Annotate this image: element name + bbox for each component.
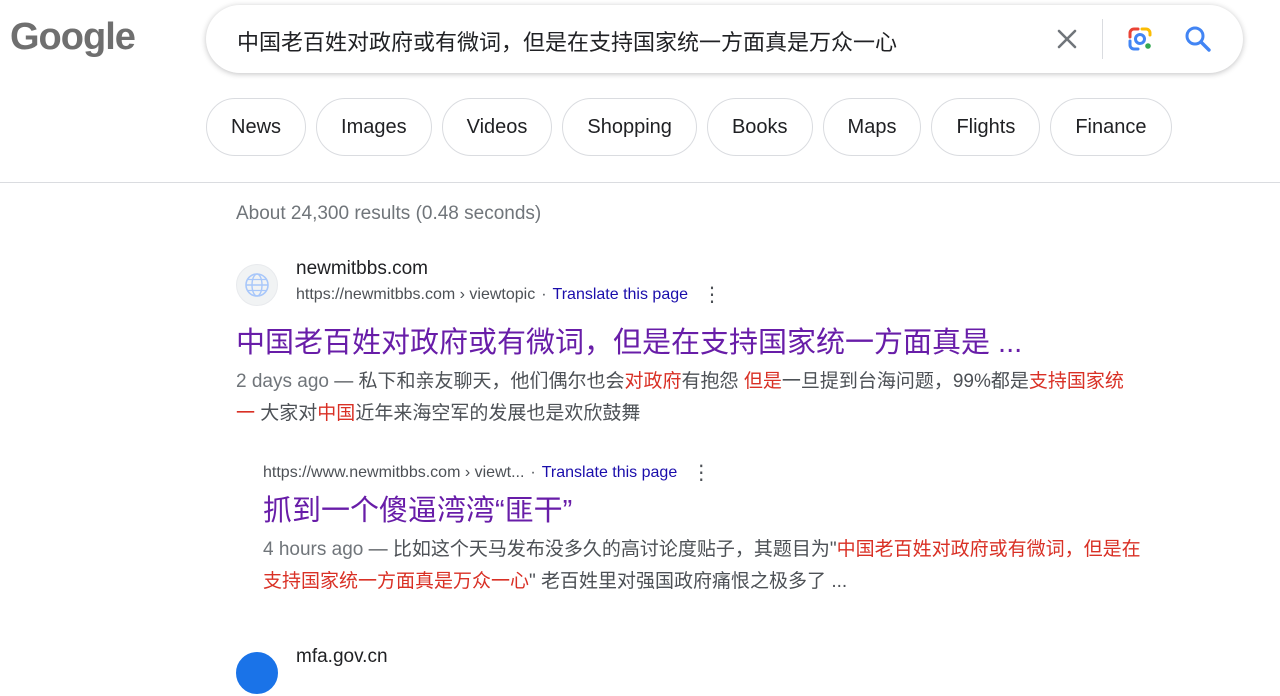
chip-news[interactable]: News xyxy=(206,98,307,156)
snippet-date: 2 days ago xyxy=(236,371,329,392)
snippet-highlight: 对政府 xyxy=(624,371,682,392)
chip-shopping[interactable]: Shopping xyxy=(562,98,697,156)
filter-chips: News Images Videos Shopping Books Maps F… xyxy=(206,98,1172,156)
chip-books[interactable]: Books xyxy=(706,98,813,156)
snippet-text: 大家对 xyxy=(255,403,318,424)
search-header: Google 中国老百姓对政府或有微词，但是在支持国家统一方面真是万众一心 Ne… xyxy=(0,0,1280,183)
separator-dot: · xyxy=(530,464,536,481)
snippet-text: " 老百姓里对强国政府痛恨之极多了 ... xyxy=(529,571,848,592)
google-lens-icon[interactable] xyxy=(1124,23,1156,55)
sub-result-title-link[interactable]: 抓到一个傻逼湾湾“匪干” xyxy=(263,494,1143,528)
snippet-text: — 比如这个天马发布没多久的高讨论度贴子，其题目为" xyxy=(363,539,837,560)
snippet-text: 有抱怨 xyxy=(681,371,744,392)
result-stats: About 24,300 results (0.48 seconds) xyxy=(236,203,542,224)
site-favicon-icon xyxy=(236,652,278,694)
result-url-row: https://newmitbbs.com › viewtopic · Transl… xyxy=(296,285,722,305)
translate-link[interactable]: Translate this page xyxy=(553,286,688,303)
snippet-text: — 私下和亲友聊天，他们偶尔也会 xyxy=(328,371,625,392)
snippet-text: 近年来海空军的发展也是欢欣鼓舞 xyxy=(355,403,641,424)
chip-videos[interactable]: Videos xyxy=(441,98,553,156)
vertical-dots-icon[interactable]: ⋮ xyxy=(702,285,722,305)
search-result: mfa.gov.cn xyxy=(236,646,1136,696)
sub-result-url[interactable]: https://www.newmitbbs.com › viewt... xyxy=(263,464,524,481)
translate-link[interactable]: Translate this page xyxy=(542,464,677,481)
snippet-highlight: 中国 xyxy=(317,403,356,424)
search-result: newmitbbs.com https://newmitbbs.com › vi… xyxy=(236,258,1136,430)
snippet-date: 4 hours ago xyxy=(263,539,364,560)
result-snippet: 2 days ago — 私下和亲友聊天，他们偶尔也会对政府有抱怨 但是一旦提到… xyxy=(236,366,1136,430)
chip-images[interactable]: Images xyxy=(316,98,432,156)
chip-finance[interactable]: Finance xyxy=(1050,98,1172,156)
close-icon[interactable] xyxy=(1051,23,1083,55)
sub-result-snippet: 4 hours ago — 比如这个天马发布没多久的高讨论度贴子，其题目为"中国… xyxy=(263,534,1143,598)
result-url: https://newmitbbs.com › viewtopic xyxy=(296,286,536,303)
sub-result-url-row: https://www.newmitbbs.com › viewt... · Tra… xyxy=(263,463,1143,483)
site-name: newmitbbs.com xyxy=(296,258,428,279)
snippet-text: 一旦提到台海问题，99%都是 xyxy=(781,371,1029,392)
snippet-highlight: 但是 xyxy=(743,371,782,392)
separator-dot: · xyxy=(541,286,547,303)
chip-flights[interactable]: Flights xyxy=(931,98,1041,156)
vertical-dots-icon[interactable]: ⋮ xyxy=(691,463,711,483)
search-divider xyxy=(1102,19,1103,59)
site-name: mfa.gov.cn xyxy=(296,646,388,667)
search-box[interactable]: 中国老百姓对政府或有微词，但是在支持国家统一方面真是万众一心 xyxy=(206,5,1243,73)
result-source[interactable]: newmitbbs.com https://newmitbbs.com › vi… xyxy=(236,258,1136,308)
search-input[interactable]: 中国老百姓对政府或有微词，但是在支持国家统一方面真是万众一心 xyxy=(237,25,897,57)
sub-result: https://www.newmitbbs.com › viewt... · Tra… xyxy=(263,463,1143,598)
magnifier-icon[interactable] xyxy=(1182,23,1214,55)
chip-maps[interactable]: Maps xyxy=(822,98,922,156)
result-title-link[interactable]: 中国老百姓对政府或有微词，但是在支持国家统一方面真是 ... xyxy=(236,326,1136,360)
google-logo[interactable]: Google xyxy=(10,16,136,59)
result-source[interactable]: mfa.gov.cn xyxy=(236,646,1136,696)
globe-icon xyxy=(236,264,278,306)
